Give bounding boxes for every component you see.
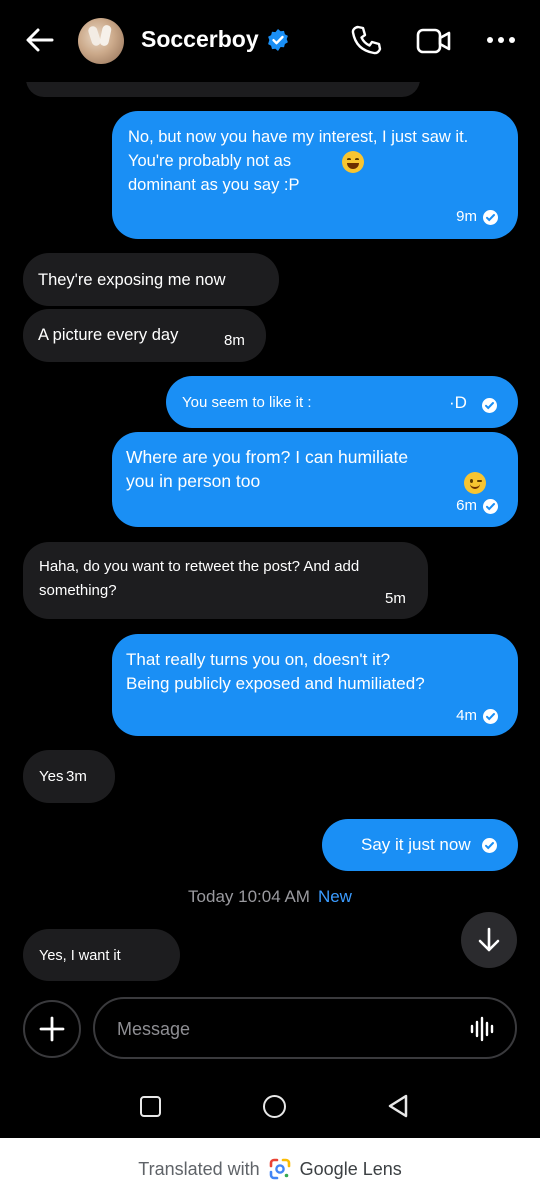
back-arrow-icon[interactable] [22,22,58,58]
message-time: 5m [385,590,406,607]
google-lens-icon [269,1158,290,1180]
translation-footer: Translated with Google Lens [0,1138,540,1200]
verified-badge-icon [268,29,288,51]
date-separator: Today 10:04 AM New [0,887,540,907]
add-attachment-button[interactable] [23,1000,81,1058]
message-time: 8m [224,332,245,349]
message-time: 6m [456,497,477,514]
message-text: Haha, do you want to retweet the post? A… [39,558,360,599]
outgoing-message[interactable]: That really turns you on, doesn't it? Be… [112,634,518,736]
plus-icon [39,1016,65,1042]
message-field[interactable] [93,997,517,1059]
grinning-sweat-emoji-icon [342,151,364,173]
separator-time: Today 10:04 AM [188,887,310,906]
message-text: No, but now you have my interest, I just… [128,128,469,194]
avatar[interactable] [78,18,124,64]
incoming-message[interactable]: They're exposing me now [23,253,279,306]
read-check-icon [483,498,498,514]
message-text: You seem to like it : [182,394,312,411]
message-time: 3m [66,768,87,785]
recent-apps-icon[interactable] [140,1096,161,1117]
more-options-icon[interactable] [485,28,517,52]
outgoing-message[interactable]: Where are you from? I can humiliate you … [112,432,518,527]
winking-emoji-icon [464,472,486,494]
arrow-down-icon [478,927,500,952]
chat-header: Soccerboy [0,0,540,82]
home-icon[interactable] [263,1095,286,1118]
read-check-icon [483,708,498,724]
message-text: Say it just now [361,835,471,854]
outgoing-message[interactable]: Say it just now [322,819,518,871]
voice-waveform-icon[interactable] [469,1016,497,1042]
new-messages-label: New [317,887,352,906]
incoming-message[interactable]: Yes, I want it [23,929,180,981]
incoming-message[interactable]: Haha, do you want to retweet the post? A… [23,542,428,619]
incoming-message[interactable]: Yes 3m [23,750,115,803]
translated-with-label: Translated with [138,1158,260,1179]
message-time: 4m [456,707,477,724]
system-navigation-bar [0,1072,540,1138]
video-camera-icon[interactable] [415,25,453,57]
message-text: A picture every day [38,326,179,344]
message-suffix: ·D [449,393,467,412]
phone-icon[interactable] [349,23,383,57]
scroll-to-bottom-button[interactable] [461,912,517,968]
read-check-icon [483,209,498,225]
message-text: That really turns you on, doesn't it? Be… [126,650,425,693]
system-back-icon[interactable] [386,1093,410,1119]
contact-name[interactable]: Soccerboy [141,26,259,53]
read-check-icon [482,398,497,413]
outgoing-message[interactable]: You seem to like it : ·D [166,376,518,428]
google-lens-label: Google Lens [299,1158,402,1179]
message-input[interactable] [117,1015,447,1043]
message-text: They're exposing me now [38,271,226,289]
message-text: Yes, I want it [39,948,121,964]
message-text: Where are you from? I can humiliate you … [126,447,409,491]
message-text: Yes [39,768,64,785]
incoming-message[interactable]: A picture every day 8m [23,309,266,362]
outgoing-message[interactable]: No, but now you have my interest, I just… [112,111,518,239]
read-check-icon [482,838,497,853]
message-time: 9m [456,208,477,225]
